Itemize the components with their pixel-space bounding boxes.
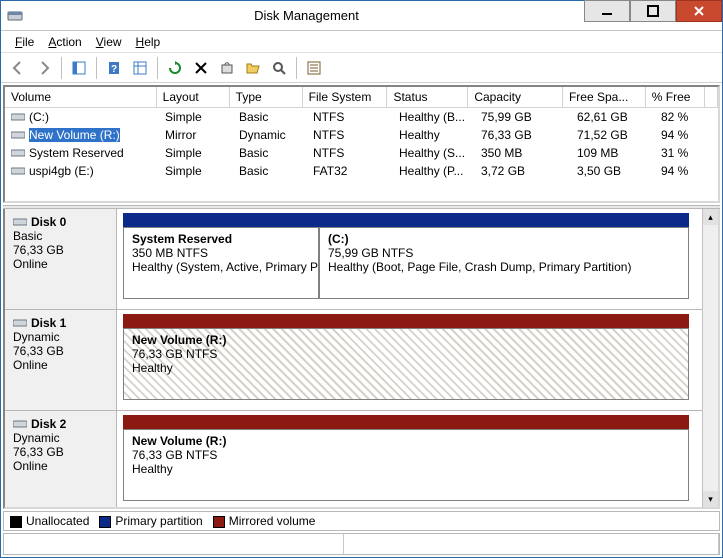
partition-box[interactable]: System Reserved350 MB NTFSHealthy (Syste… xyxy=(123,227,319,299)
menu-help-label: elp xyxy=(144,35,160,49)
legend-mirror: Mirrored volume xyxy=(213,514,316,528)
volume-row[interactable]: (C:)SimpleBasicNTFSHealthy (B...75,99 GB… xyxy=(5,108,718,126)
col-capacity[interactable]: Capacity xyxy=(468,87,563,107)
delete-button[interactable] xyxy=(190,57,212,79)
maximize-button[interactable] xyxy=(630,0,676,22)
partition-box[interactable]: (C:)75,99 GB NTFSHealthy (Boot, Page Fil… xyxy=(319,227,689,299)
disk-management-window: Disk Management File Action View Help ? … xyxy=(0,0,723,558)
scroll-up-button[interactable]: ▴ xyxy=(703,209,718,225)
menu-view-label: iew xyxy=(104,35,122,49)
menu-file[interactable]: File xyxy=(9,33,40,51)
partition-box[interactable]: New Volume (R:)76,33 GB NTFSHealthy xyxy=(123,328,689,400)
drive-icon xyxy=(11,130,25,140)
volume-list[interactable]: Volume Layout Type File System Status Ca… xyxy=(3,85,720,203)
open-button[interactable] xyxy=(242,57,264,79)
disk-info[interactable]: Disk 2Dynamic76,33 GBOnline xyxy=(5,411,117,509)
close-button[interactable] xyxy=(676,0,722,22)
app-icon xyxy=(1,8,29,24)
drive-icon xyxy=(11,148,25,158)
disk-graphical-view[interactable]: Disk 0Basic76,33 GBOnlineSystem Reserved… xyxy=(3,209,720,509)
vertical-scrollbar[interactable]: ▴ ▾ xyxy=(702,209,718,507)
minimize-button[interactable] xyxy=(584,0,630,22)
col-volume[interactable]: Volume xyxy=(5,87,157,107)
disk-row[interactable]: Disk 2Dynamic76,33 GBOnlineNew Volume (R… xyxy=(5,411,718,509)
disk-icon xyxy=(13,318,27,328)
status-pane-1 xyxy=(4,534,344,554)
legend-primary: Primary partition xyxy=(99,514,202,528)
volume-row[interactable]: uspi4gb (E:)SimpleBasicFAT32Healthy (P..… xyxy=(5,162,718,180)
toolbar: ? xyxy=(1,53,722,83)
status-pane-2 xyxy=(344,534,719,554)
drive-icon xyxy=(11,112,25,122)
show-hide-tree-button[interactable] xyxy=(68,57,90,79)
volume-row[interactable]: New Volume (R:)MirrorDynamicNTFSHealthy7… xyxy=(5,126,718,144)
partition-box[interactable]: New Volume (R:)76,33 GB NTFSHealthy xyxy=(123,429,689,501)
disk-row[interactable]: Disk 1Dynamic76,33 GBOnlineNew Volume (R… xyxy=(5,310,718,411)
window-title: Disk Management xyxy=(29,8,584,23)
col-filesystem[interactable]: File System xyxy=(303,87,388,107)
settings-button[interactable] xyxy=(129,57,151,79)
forward-button[interactable] xyxy=(33,57,55,79)
action-list-button[interactable] xyxy=(303,57,325,79)
menubar: File Action View Help xyxy=(1,31,722,53)
explore-button[interactable] xyxy=(268,57,290,79)
volume-list-header[interactable]: Volume Layout Type File System Status Ca… xyxy=(5,87,718,108)
col-status[interactable]: Status xyxy=(387,87,468,107)
drive-icon xyxy=(11,166,25,176)
legend: Unallocated Primary partition Mirrored v… xyxy=(3,511,720,531)
disk-info[interactable]: Disk 0Basic76,33 GBOnline xyxy=(5,209,117,309)
menu-help[interactable]: Help xyxy=(130,33,167,51)
disk-icon xyxy=(13,419,27,429)
scroll-down-button[interactable]: ▾ xyxy=(703,491,718,507)
statusbar xyxy=(3,533,720,555)
legend-unallocated: Unallocated xyxy=(10,514,89,528)
volume-row[interactable]: System ReservedSimpleBasicNTFSHealthy (S… xyxy=(5,144,718,162)
col-layout[interactable]: Layout xyxy=(157,87,230,107)
disk-row[interactable]: Disk 0Basic76,33 GBOnlineSystem Reserved… xyxy=(5,209,718,310)
col-type[interactable]: Type xyxy=(230,87,303,107)
help-button[interactable]: ? xyxy=(103,57,125,79)
col-pctfree[interactable]: % Free xyxy=(646,87,705,107)
back-button[interactable] xyxy=(7,57,29,79)
menu-view[interactable]: View xyxy=(90,33,128,51)
menu-action[interactable]: Action xyxy=(42,33,87,51)
properties-button[interactable] xyxy=(216,57,238,79)
disk-icon xyxy=(13,217,27,227)
titlebar[interactable]: Disk Management xyxy=(1,1,722,31)
svg-text:?: ? xyxy=(111,64,117,75)
disk-info[interactable]: Disk 1Dynamic76,33 GBOnline xyxy=(5,310,117,410)
menu-action-label: ction xyxy=(56,35,81,49)
col-freespace[interactable]: Free Spa... xyxy=(563,87,646,107)
menu-file-label: ile xyxy=(22,35,34,49)
refresh-button[interactable] xyxy=(164,57,186,79)
